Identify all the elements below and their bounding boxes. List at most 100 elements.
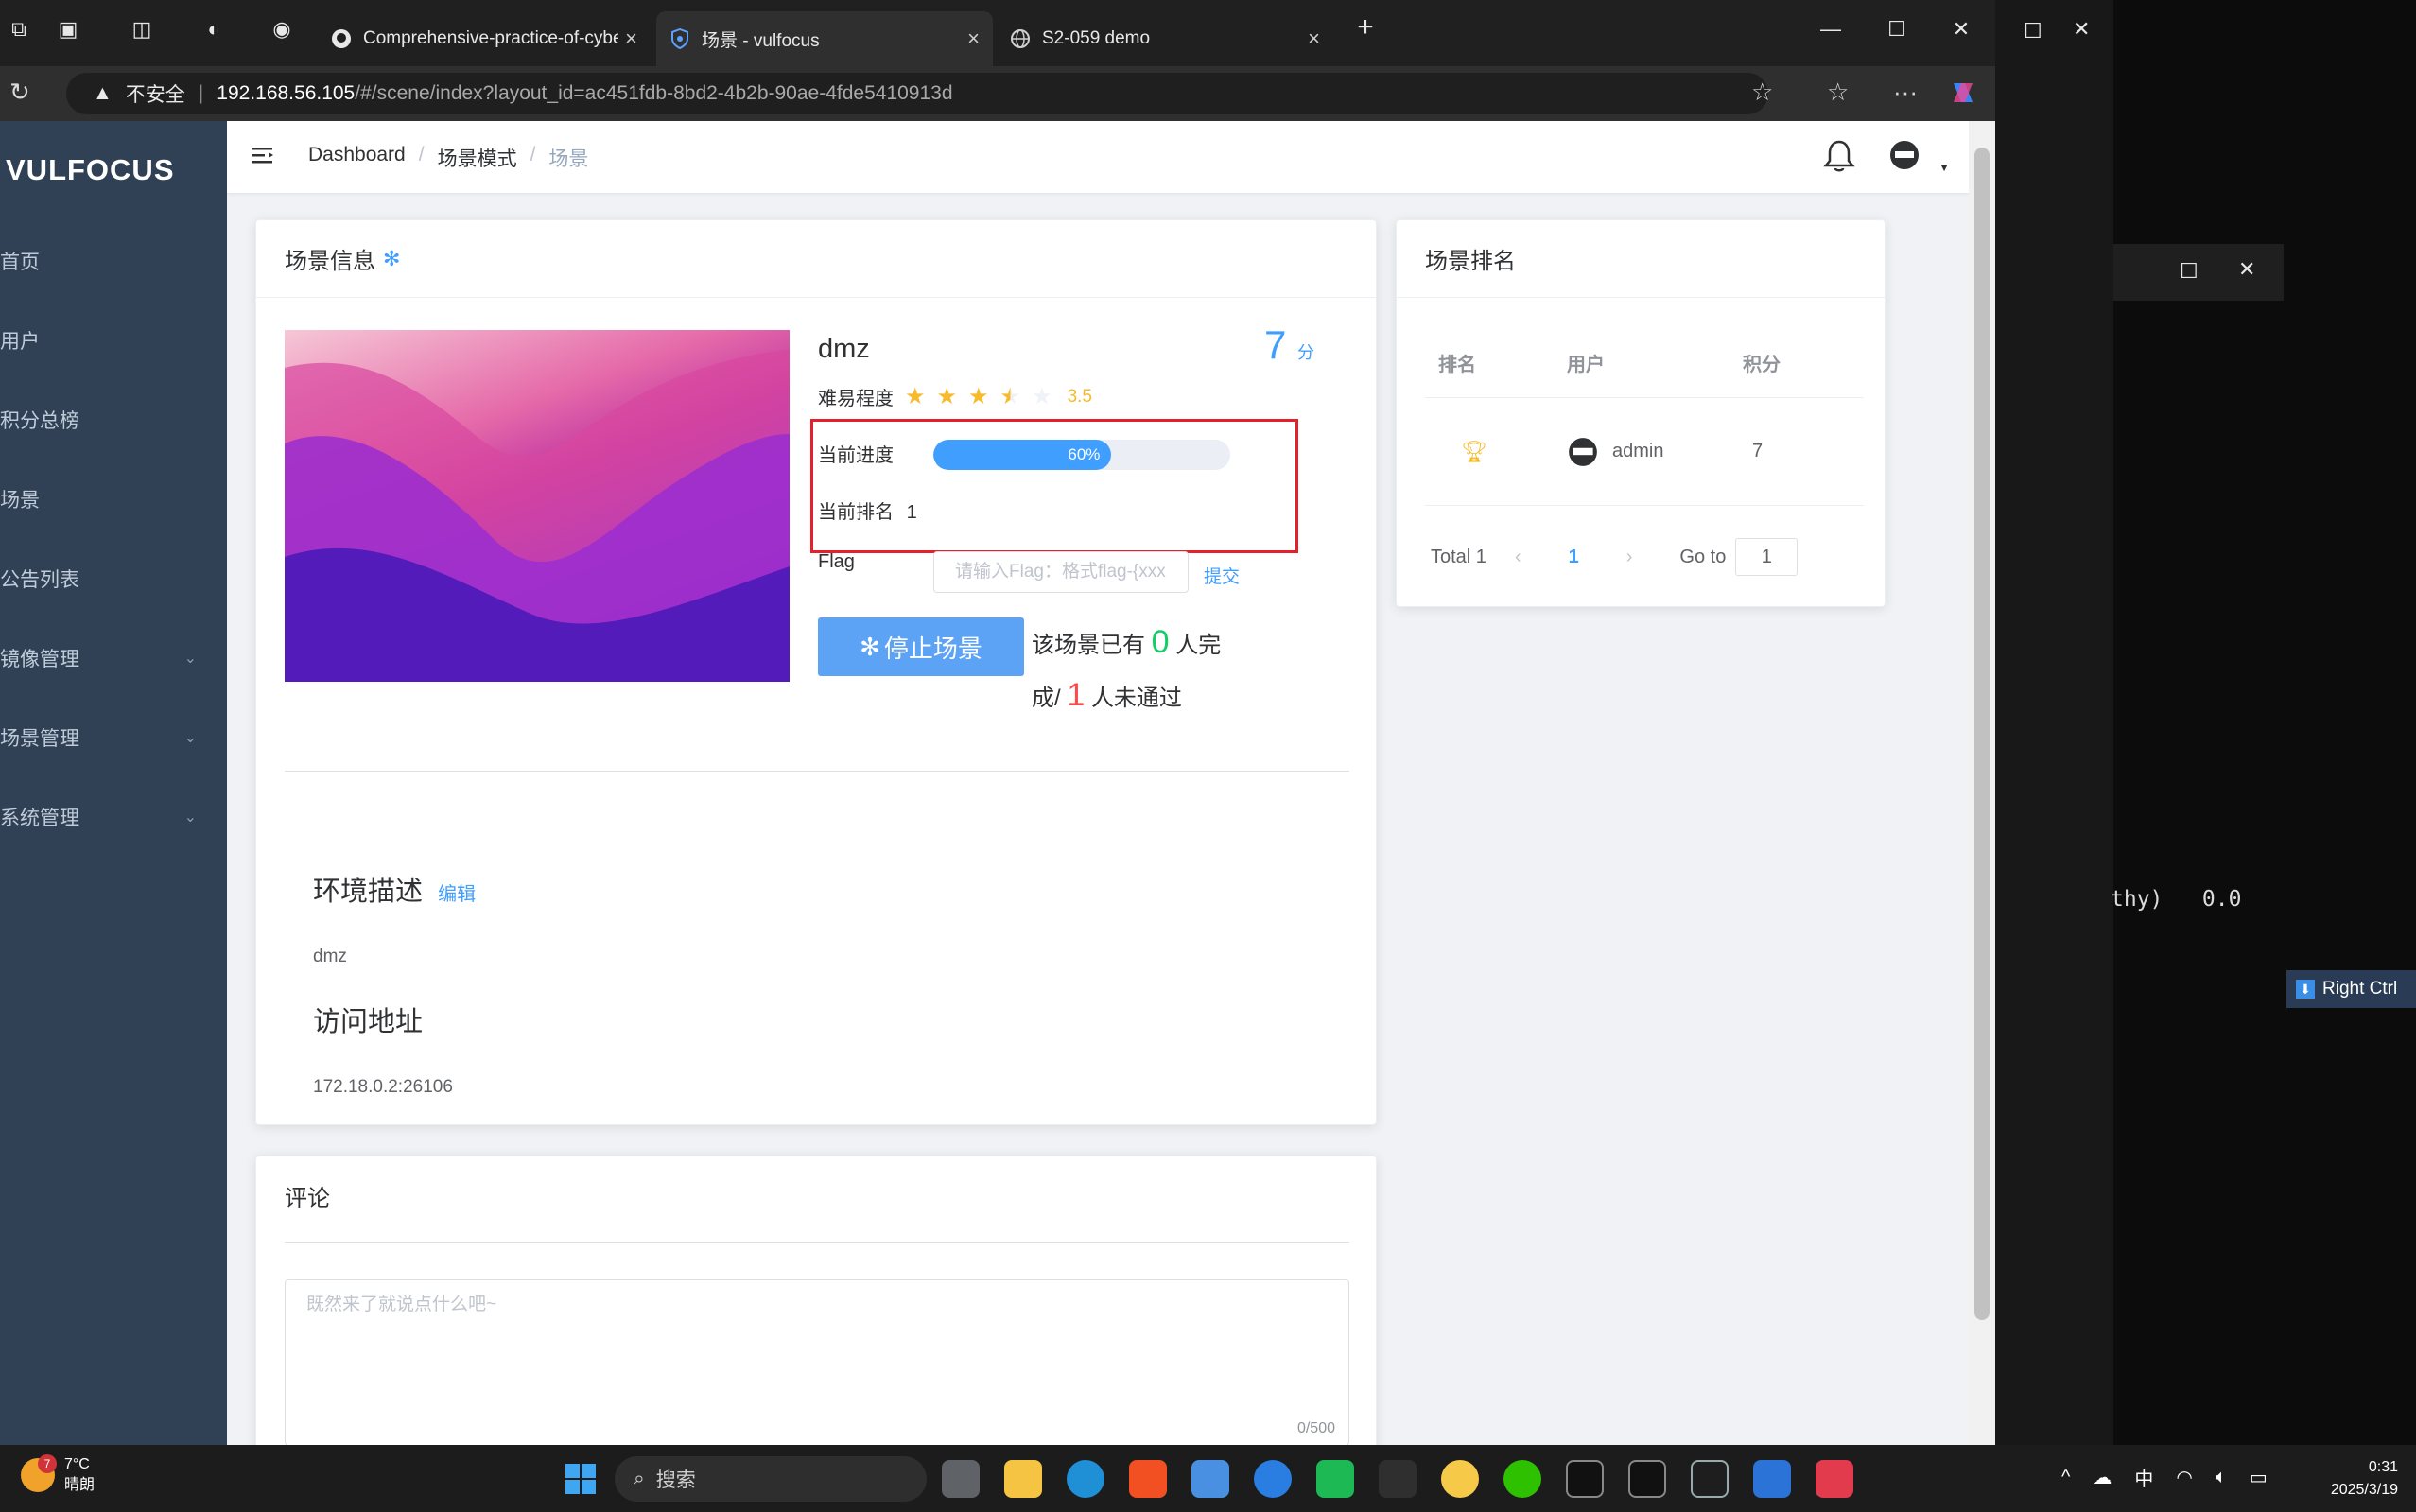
clock[interactable]: 0:31 2025/3/19 — [2298, 1456, 2398, 1502]
progress-bar: 60% — [933, 440, 1230, 470]
ranking-table: 排名 用户 积分 🏆︎ admin 7 — [1425, 328, 1864, 506]
tab-close-icon[interactable]: × — [967, 26, 980, 51]
stat-mid-b: 成/ — [1032, 686, 1061, 711]
prev-page-icon[interactable]: ‹ — [1515, 547, 1521, 568]
column-header: 排名 — [1438, 355, 1476, 375]
scrollbar-thumb[interactable] — [1974, 148, 1990, 1320]
pinned-tab-icon-3[interactable]: ◉ — [263, 17, 301, 42]
caret-down-icon[interactable]: ▼ — [1938, 161, 1950, 174]
ime-indicator[interactable]: 中 — [2134, 1464, 2153, 1491]
tab-vulfocus[interactable]: 场景 - vulfocus × — [656, 11, 993, 66]
flag-input[interactable]: 请输入Flag：格式flag-{xxx — [933, 551, 1189, 593]
maximize-icon[interactable]: ☐ — [1878, 17, 1916, 42]
new-tab-icon[interactable]: + — [1347, 11, 1384, 43]
scene-info-card: 场景信息 ✻ dmz 7 分 难易程度 ★ ★ ★ ★ ★ 3.5 当前进度 6… — [255, 219, 1377, 1125]
unity-icon[interactable] — [1379, 1460, 1417, 1498]
cloud-icon[interactable]: ☁ — [2093, 1466, 2112, 1489]
tab-label: Comprehensive-practice-of-cyber — [363, 28, 618, 48]
cmd-icon[interactable] — [1566, 1460, 1604, 1498]
tab-close-icon[interactable]: × — [1308, 26, 1320, 51]
url-field[interactable]: ▲ 不安全 | 192.168.56.105 /#/scene/index?la… — [66, 73, 1768, 114]
date: 2025/3/19 — [2330, 1482, 2398, 1498]
refresh-icon[interactable]: ↻ — [9, 78, 30, 107]
hamburger-icon[interactable] — [250, 142, 276, 168]
store-icon[interactable] — [1129, 1460, 1167, 1498]
sidebar-item-leaderboard[interactable]: 积分总榜 — [0, 401, 227, 439]
tab-bar: ⧉ ▣ ◫ ◐ ◉ Comprehensive-practice-of-cybe… — [0, 0, 2113, 66]
pinned-tab-icon[interactable]: ◫ — [123, 17, 161, 42]
wechat-icon[interactable] — [1503, 1460, 1541, 1498]
taskbar-search[interactable]: ⌕ 搜索 — [615, 1456, 927, 1502]
tab-actions-icon[interactable]: ▣ — [49, 17, 87, 42]
page-scrollbar[interactable] — [1969, 121, 1995, 1445]
goto-input[interactable]: 1 — [1735, 538, 1799, 576]
terminal-app-icon[interactable] — [1628, 1460, 1666, 1498]
edge-browser-icon[interactable] — [1067, 1460, 1104, 1498]
sidebar-item-label: 系统管理 — [0, 808, 79, 829]
side-window: ☐ ✕ — [1995, 0, 2113, 1445]
url-separator: | — [198, 82, 204, 104]
column-header: 用户 — [1567, 355, 1605, 375]
user-name: admin — [1612, 441, 1664, 461]
windows-start-icon[interactable] — [562, 1460, 600, 1498]
chevron-up-icon[interactable]: ^ — [2061, 1467, 2070, 1488]
stat-prefix: 该场景已有 — [1032, 633, 1145, 658]
favorites-list-icon[interactable]: ☆ — [1827, 78, 1849, 107]
shield-icon — [669, 28, 690, 49]
comment-textarea[interactable]: 既然来了就说点什么吧~ 0/500 — [285, 1279, 1349, 1445]
sidebar-item-scenes[interactable]: 场景 — [0, 480, 227, 518]
breadcrumb-scene-mode[interactable]: 场景模式 — [438, 144, 517, 172]
sidebar-item-label: 积分总榜 — [0, 410, 79, 432]
copilot-icon[interactable] — [1948, 78, 1978, 114]
file-explorer-icon[interactable] — [1004, 1460, 1042, 1498]
weather-widget[interactable]: 7 7°C 晴朗 — [21, 1454, 95, 1496]
avatar[interactable] — [1889, 140, 1920, 175]
submit-flag-button[interactable]: 提交 — [1204, 563, 1240, 588]
difficulty-label: 难易程度 — [818, 389, 894, 409]
powershell-icon[interactable] — [1691, 1460, 1729, 1498]
page-number[interactable]: 1 — [1569, 547, 1579, 568]
close-icon[interactable]: ✕ — [2073, 17, 2090, 42]
breadcrumb-dashboard[interactable]: Dashboard — [308, 144, 406, 172]
wifi-icon[interactable]: ◠ — [2176, 1466, 2192, 1489]
close-icon[interactable]: ✕ — [1942, 17, 1980, 42]
table-header: 排名 用户 积分 — [1425, 328, 1864, 398]
more-menu-icon[interactable]: ··· — [1893, 78, 1918, 107]
app-red-icon[interactable] — [1816, 1460, 1853, 1498]
minimize-icon[interactable]: — — [1812, 17, 1850, 42]
next-page-icon[interactable]: › — [1626, 547, 1633, 568]
sidebar-item-users[interactable]: 用户 — [0, 322, 227, 359]
sidebar-item-scene-management[interactable]: 场景管理 ⌄ — [0, 719, 227, 756]
sidebar-item-system-management[interactable]: 系统管理 ⌄ — [0, 798, 227, 836]
battery-icon[interactable]: ▭ — [2250, 1466, 2268, 1489]
bell-icon[interactable] — [1823, 138, 1855, 179]
favorite-star-icon[interactable]: ☆ — [1751, 78, 1773, 107]
sidebar-item-announcements[interactable]: 公告列表 — [0, 560, 227, 598]
edit-description-link[interactable]: 编辑 — [438, 884, 476, 905]
card-header: 场景信息 ✻ — [256, 220, 1376, 298]
sidebar-item-label: 场景 — [0, 490, 40, 512]
workspaces-icon[interactable]: ⧉ — [0, 17, 38, 42]
restore-icon[interactable]: ☐ — [2024, 19, 2042, 43]
system-tray: ^ ☁ 中 ◠ 🔈︎ ▭ — [2061, 1464, 2268, 1491]
tab-github[interactable]: Comprehensive-practice-of-cyber × — [318, 11, 651, 66]
vscode-icon[interactable] — [1753, 1460, 1791, 1498]
sidebar-item-image-management[interactable]: 镜像管理 ⌄ — [0, 639, 227, 677]
chat-app-icon[interactable] — [1316, 1460, 1354, 1498]
snipping-tool-icon[interactable] — [1191, 1460, 1229, 1498]
weather-desc: 晴朗 — [64, 1477, 96, 1493]
address-title: 访问地址 — [313, 1007, 424, 1037]
pinned-tab-icon-2[interactable]: ◐ — [195, 17, 233, 42]
weather-sun-icon: 7 — [21, 1454, 57, 1492]
app-yellow-icon[interactable] — [1441, 1460, 1479, 1498]
edge-ai-icon[interactable] — [1254, 1460, 1292, 1498]
sidebar-item-home[interactable]: 首页 — [0, 242, 227, 280]
volume-icon[interactable]: 🔈︎ — [2216, 1467, 2227, 1488]
task-view-icon[interactable] — [942, 1460, 980, 1498]
stop-scene-button[interactable]: ✻ 停止场景 — [818, 617, 1024, 676]
maximize-icon[interactable]: ☐ — [2180, 259, 2199, 284]
close-icon[interactable]: ✕ — [2238, 257, 2255, 282]
tab-s2-059[interactable]: S2-059 demo × — [997, 11, 1333, 66]
score-value: 7 — [1264, 322, 1287, 367]
tab-close-icon[interactable]: × — [625, 26, 637, 51]
